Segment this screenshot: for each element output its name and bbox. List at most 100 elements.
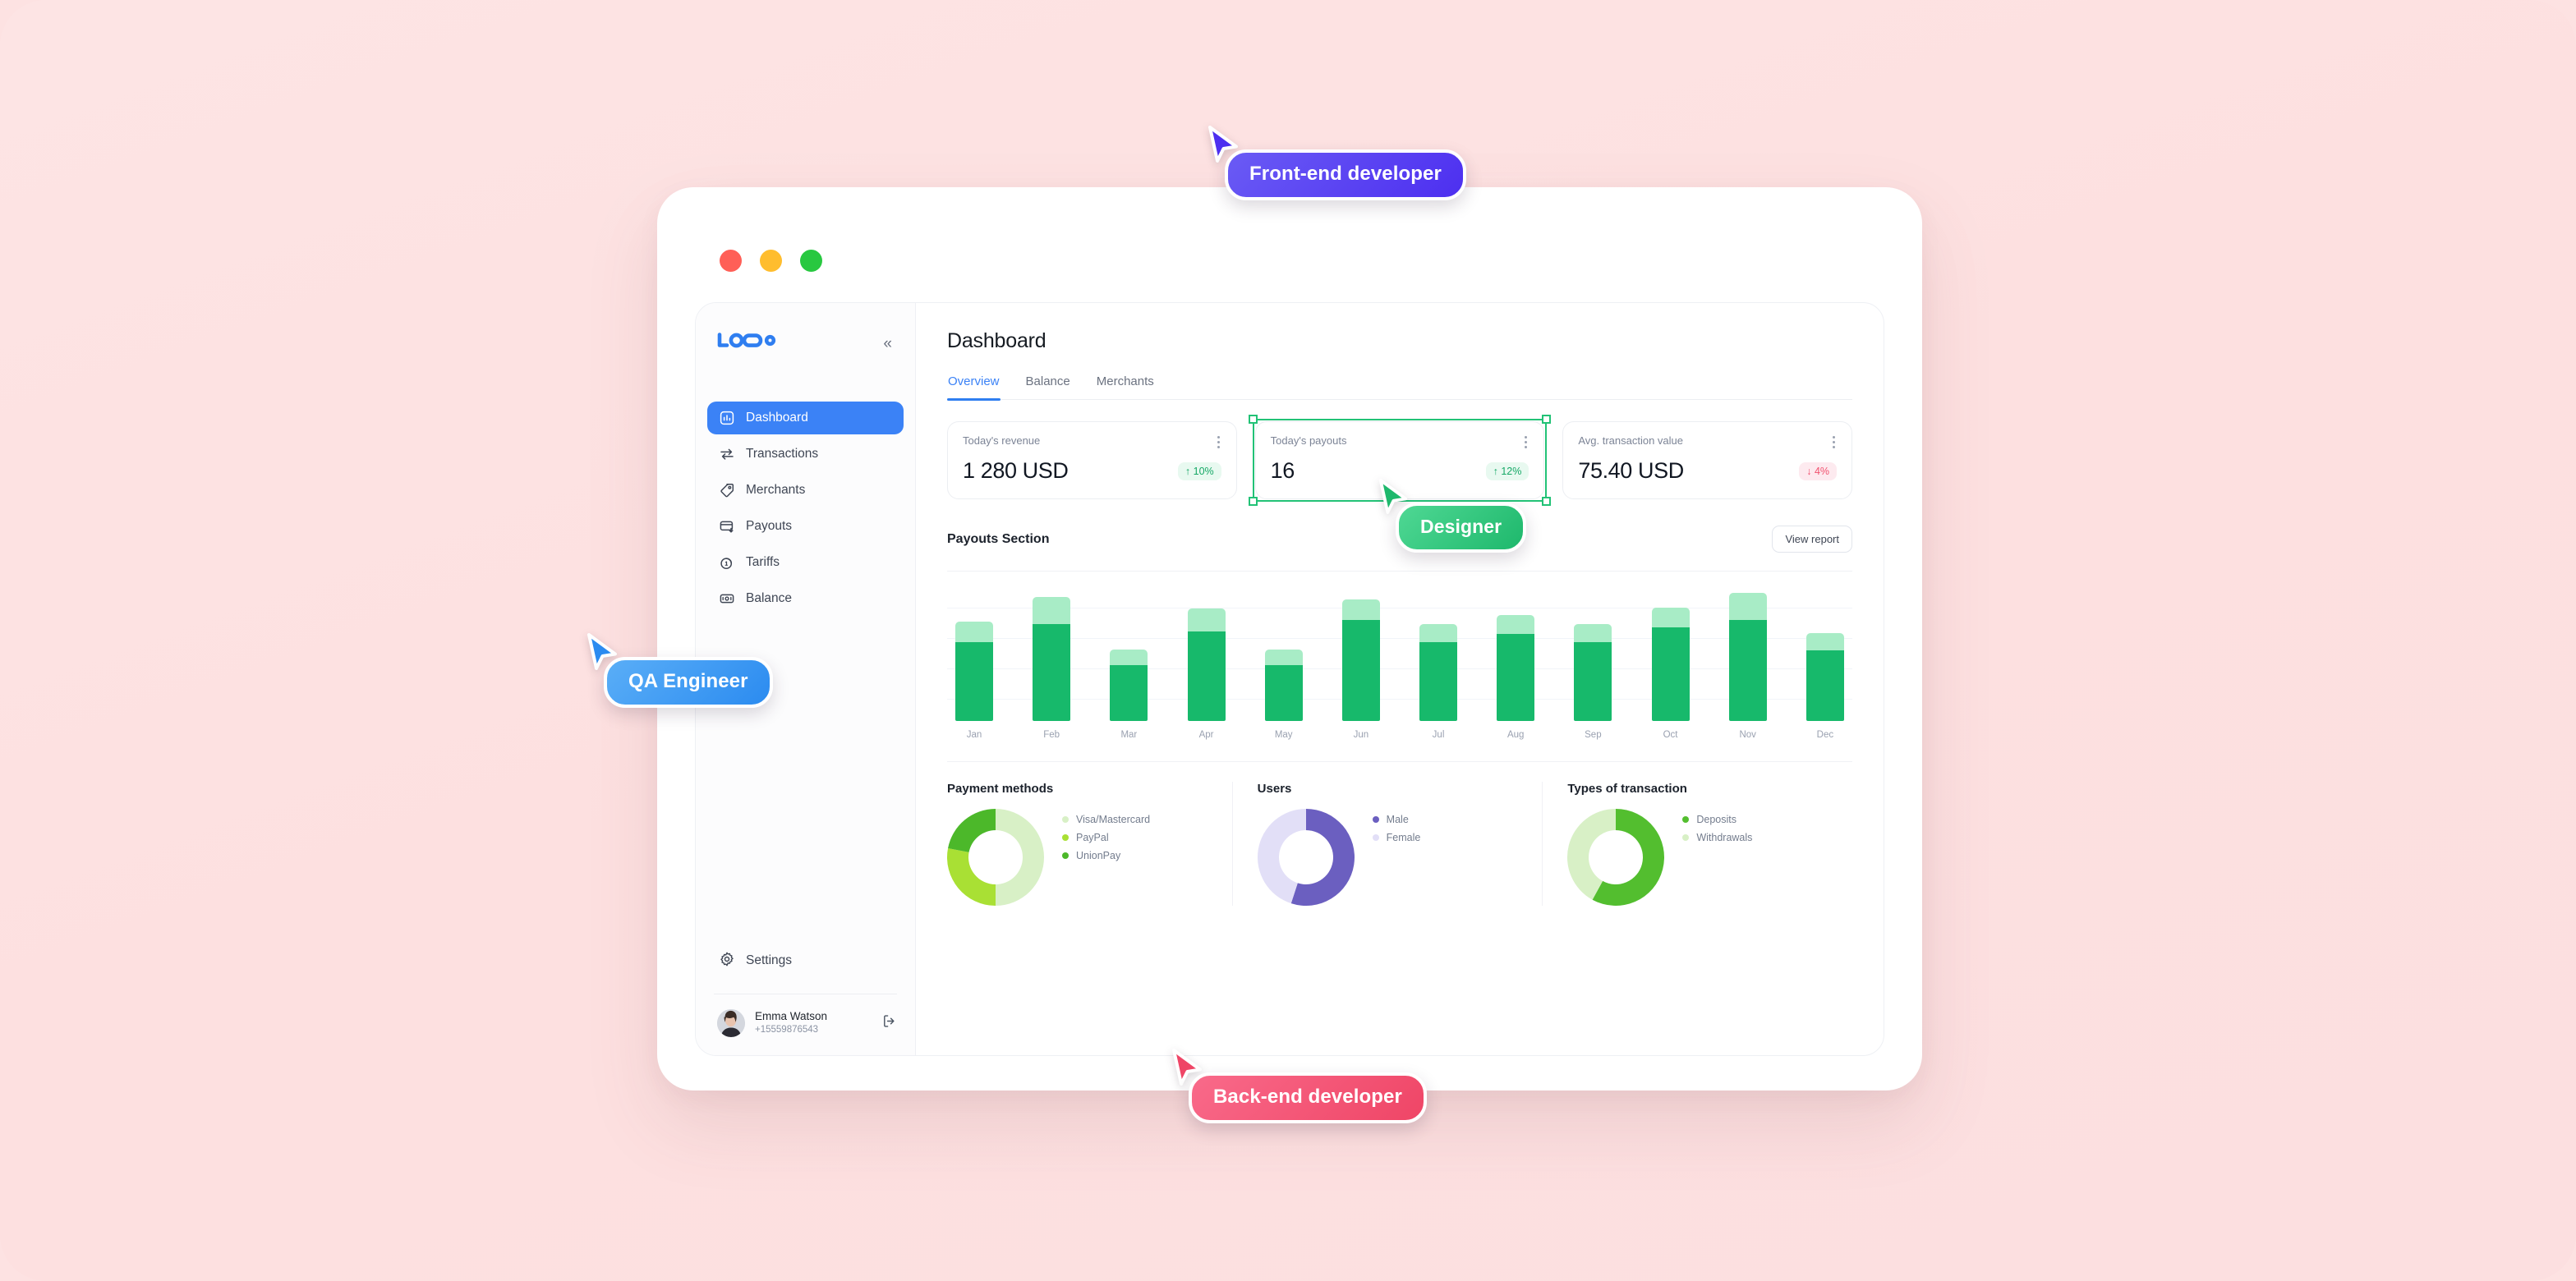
donut-slice[interactable] [947,847,996,906]
legend-label: Withdrawals [1696,832,1753,843]
legend-item[interactable]: Deposits [1682,814,1752,825]
bar-column[interactable] [1341,583,1380,721]
legend-label: Visa/Mastercard [1076,814,1151,825]
tag-icon [719,482,735,498]
bar-column[interactable] [1806,583,1844,721]
stat-card-header: Avg. transaction value [1578,434,1837,450]
bar-column[interactable] [1651,583,1690,721]
stat-card-value: 16 [1270,458,1295,483]
sidebar-item-transactions[interactable]: Transactions [707,438,904,471]
bar-segment-top [1033,597,1071,624]
bar-segment-top [1187,608,1226,632]
sidebar-item-label: Settings [746,953,793,967]
bar-column[interactable] [1497,583,1535,721]
legend-item[interactable]: Female [1372,832,1420,843]
app-shell: « Dashboard Transactions Merchants Payou… [695,302,1884,1056]
avatar [717,1009,745,1037]
transfer-arrows-icon [719,446,735,462]
resize-handle-bottom-right[interactable] [1542,497,1552,506]
bar-segment-base [1497,634,1535,721]
logout-icon[interactable] [881,1013,897,1033]
donut-slice[interactable] [996,809,1044,906]
chevron-double-left-icon[interactable]: « [878,333,897,355]
sidebar-item-dashboard[interactable]: Dashboard [707,402,904,434]
stat-card-value: 1 280 USD [963,458,1069,483]
resize-handle-top-right[interactable] [1542,415,1552,424]
bar-column[interactable] [1110,583,1148,721]
legend-item[interactable]: PayPal [1062,832,1150,843]
browser-window: « Dashboard Transactions Merchants Payou… [657,187,1922,1090]
donut-chart-row: Payment methods Visa/Mastercard PayPal Uni… [947,761,1852,906]
chart-gridline [947,638,1852,640]
cursor-label: Designer [1396,503,1527,553]
view-report-button[interactable]: View report [1772,526,1852,553]
legend-color-dot [1682,834,1690,841]
bar-segment-base [1110,664,1148,721]
tab-balance[interactable]: Balance [1025,374,1071,399]
legend-label: UnionPay [1076,850,1121,861]
sidebar-item-balance[interactable]: Balance [707,582,904,615]
sidebar-item-label: Balance [746,591,793,605]
bar-column[interactable] [1264,583,1303,721]
app-logo[interactable] [717,333,776,354]
sidebar-item-payouts[interactable]: Payouts [707,510,904,543]
bar-segment-base [955,641,993,721]
users-legend: Male Female [1372,809,1421,850]
bar-column[interactable] [1574,583,1612,721]
legend-color-dot [1062,834,1069,841]
bar-chart-tick-label: May [1274,730,1293,740]
bar-segment-base [1574,641,1612,721]
resize-handle-bottom-left[interactable] [1248,497,1258,506]
status-badge: ↑ 12% [1485,461,1530,480]
page-title: Dashboard [947,329,1046,352]
stat-card-todays-revenue[interactable]: Today's revenue 1 280 USD ↑ 10% [947,421,1237,499]
tab-merchants[interactable]: Merchants [1096,374,1155,399]
donut-title: Users [1257,782,1292,796]
bar-column[interactable] [1419,583,1458,721]
cursor-front-end-developer: Front-end developer [1206,125,1466,200]
bar-segment-top [1264,649,1303,665]
donut-card-payment-methods: Payment methods Visa/Mastercard PayPal Uni… [947,782,1232,906]
bar-column[interactable] [1728,583,1767,721]
banknote-icon [719,590,735,607]
legend-item[interactable]: Visa/Mastercard [1062,814,1150,825]
stat-card-header: Today's revenue [963,434,1221,450]
stat-card-body: 75.40 USD ↓ 4% [1578,458,1838,484]
coin-clock-icon [719,554,735,571]
window-close-button[interactable] [720,250,742,272]
tab-bar: Overview Balance Merchants [947,374,1852,401]
chart-bar-icon [719,410,735,426]
sidebar-item-settings[interactable]: Settings [696,944,915,977]
bar-segment-base [1806,650,1844,721]
sidebar-item-merchants[interactable]: Merchants [707,474,904,507]
legend-item[interactable]: Withdrawals [1682,832,1752,843]
badge-arrow: ↓ [1806,465,1812,477]
kebab-menu-icon[interactable] [1216,434,1221,450]
bar-chart-x-axis: Jan Feb Mar Apr May Jun Jul Aug Sep Oct Nov Dec [947,730,1852,740]
donut-slice[interactable] [948,809,996,852]
bar-column[interactable] [1033,583,1071,721]
donut-card-types-of-transaction: Types of transaction Deposits Withdrawals [1542,782,1852,906]
legend-color-dot [1062,852,1069,859]
legend-item[interactable]: UnionPay [1062,850,1150,861]
resize-handle-top-left[interactable] [1248,415,1258,424]
stat-card-avg-transaction-value[interactable]: Avg. transaction value 75.40 USD ↓ 4% [1562,421,1853,499]
donut-card-users: Users Male Female [1231,782,1543,906]
tab-overview[interactable]: Overview [947,374,1000,401]
bar-column[interactable] [955,583,993,721]
bar-segment-base [1033,623,1071,721]
bar-segment-top [1419,623,1458,642]
kebab-menu-icon[interactable] [1831,434,1837,450]
types-of-transaction-donut [1567,809,1665,906]
window-minimize-button[interactable] [760,250,782,272]
stat-card-value: 75.40 USD [1578,458,1684,483]
kebab-menu-icon[interactable] [1523,434,1529,450]
bar-column[interactable] [1187,583,1226,721]
legend-item[interactable]: Male [1372,814,1421,825]
window-maximize-button[interactable] [800,250,822,272]
bar-segment-base [1419,641,1458,721]
badge-value: 4% [1814,465,1830,477]
sidebar-item-tariffs[interactable]: Tariffs [707,546,904,579]
sidebar-profile[interactable]: Emma Watson +15559876543 [696,994,915,1055]
stat-card-header: Today's payouts [1271,434,1530,450]
